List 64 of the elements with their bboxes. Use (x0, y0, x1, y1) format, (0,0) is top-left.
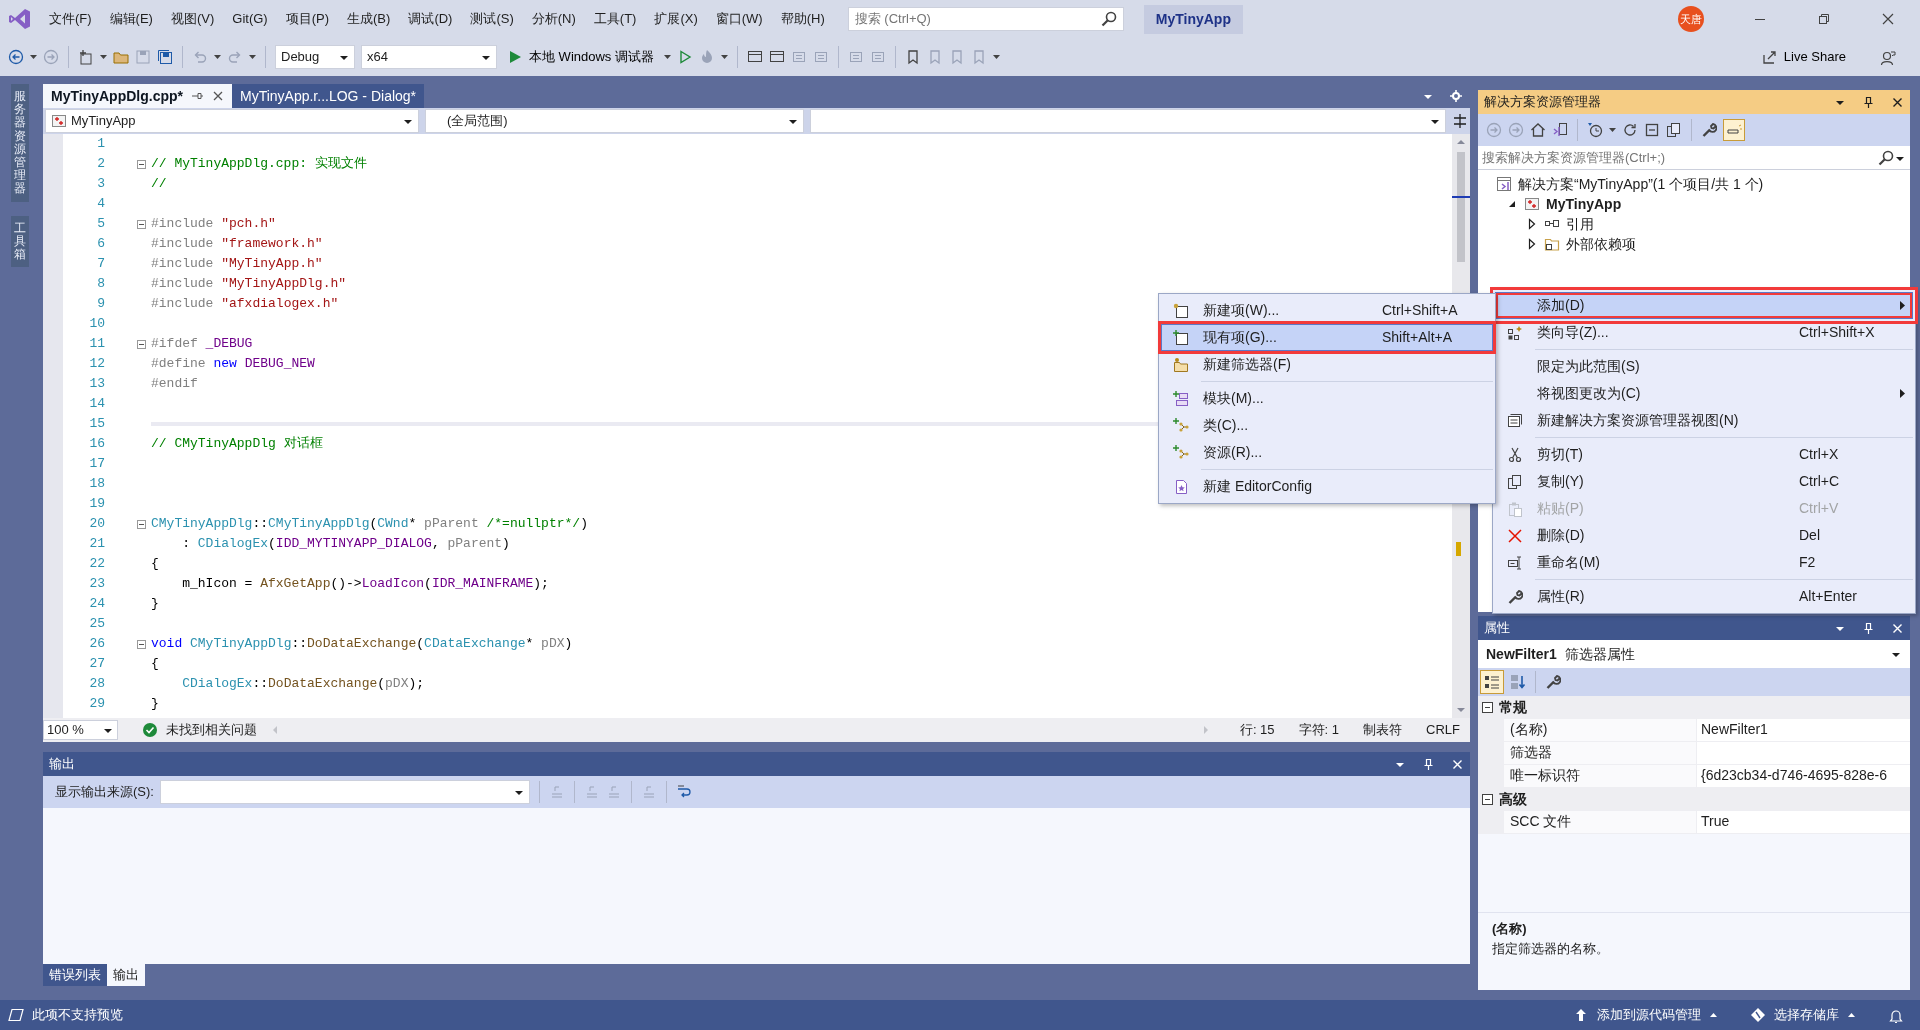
line-number: 23 (88, 575, 105, 594)
line-number: 6 (96, 235, 105, 254)
line-number: 12 (88, 355, 105, 374)
line-number: 1 (96, 135, 105, 154)
code-line: #include "framework.h" (151, 235, 323, 253)
panel-title: 输出 (49, 755, 75, 774)
line-number: 21 (88, 535, 105, 554)
group-label: 常规 (1499, 698, 1527, 717)
code-line: : CDialogEx(IDD_MYTINYAPP_DIALOG, pParent) (181, 535, 510, 553)
description-text: 指定筛选器的名称。 (1492, 939, 1610, 958)
code-line: } (151, 695, 159, 713)
line-number: 24 (88, 595, 105, 614)
code-line: CDialogEx::DoDataExchange(pDX); (181, 675, 425, 693)
code-line: #define new DEBUG_NEW (151, 355, 315, 373)
code-line: CMyTinyAppDlg::CMyTinyAppDlg(CWnd* pParent /*=nullptr*/) (151, 515, 588, 533)
line-number: 7 (96, 255, 105, 274)
code-line: // MyTinyAppDlg.cpp: 实现文件 (151, 155, 367, 173)
line-number: 3 (96, 175, 105, 194)
code-line: #ifdef _DEBUG (151, 335, 253, 353)
line-number: 25 (88, 615, 105, 634)
line-number: 26 (88, 635, 105, 654)
property-name: 筛选器 (1504, 742, 1696, 765)
line-number: 13 (88, 375, 105, 394)
solution-name: MyTinyApp (1143, 4, 1243, 34)
line-number: 19 (88, 495, 105, 514)
status-message: 此项不支持预览 (32, 1006, 123, 1025)
code-line: #include "afxdialogex.h" (151, 295, 339, 313)
line-number: 28 (88, 675, 105, 694)
code-line: m_hIcon = AfxGetApp()->LoadIcon(IDR_MAINFRAME); (181, 575, 549, 593)
panel-title: 属性 (1484, 619, 1510, 638)
line-number: 8 (96, 275, 105, 294)
code-line: // (151, 175, 167, 193)
project-label: MyTinyApp (71, 112, 136, 131)
code-line: } (151, 595, 159, 613)
line-number: 10 (88, 315, 105, 334)
line-number: 27 (88, 655, 105, 674)
property-name: SCC 文件 (1504, 811, 1696, 834)
property-name: (名称) (1504, 719, 1696, 742)
line-number: 4 (96, 195, 105, 214)
line-number: 9 (96, 295, 105, 314)
line-number: 5 (96, 215, 105, 234)
line-number: 17 (88, 455, 105, 474)
line-number: 20 (88, 515, 105, 534)
line-number: 16 (88, 435, 105, 454)
code-line: { (151, 655, 159, 673)
code-line: #include "MyTinyAppDlg.h" (151, 275, 347, 293)
code-line: void CMyTinyAppDlg::DoDataExchange(CDataExchange* pDX) (151, 635, 573, 653)
line-number: 18 (88, 475, 105, 494)
line-number: 14 (88, 395, 105, 414)
line-number: 2 (96, 155, 105, 174)
line-number: 11 (88, 335, 105, 354)
code-line: #endif (151, 375, 198, 393)
description-title: (名称) (1492, 920, 1528, 938)
code-line: #include "pch.h" (151, 215, 276, 233)
panel-title: 解决方案资源管理器 (1484, 93, 1601, 112)
field-label: 显示输出来源(S): (55, 783, 154, 802)
line-number: 22 (88, 555, 105, 574)
code-line: { (151, 555, 159, 573)
code-line: #include "MyTinyApp.h" (151, 255, 323, 273)
property-name: 唯一标识符 (1504, 765, 1696, 788)
line-number: 15 (88, 415, 105, 434)
line-number: 29 (88, 695, 105, 714)
group-label: 高级 (1499, 790, 1527, 809)
code-line: // CMyTinyAppDlg 对话框 (151, 435, 323, 453)
